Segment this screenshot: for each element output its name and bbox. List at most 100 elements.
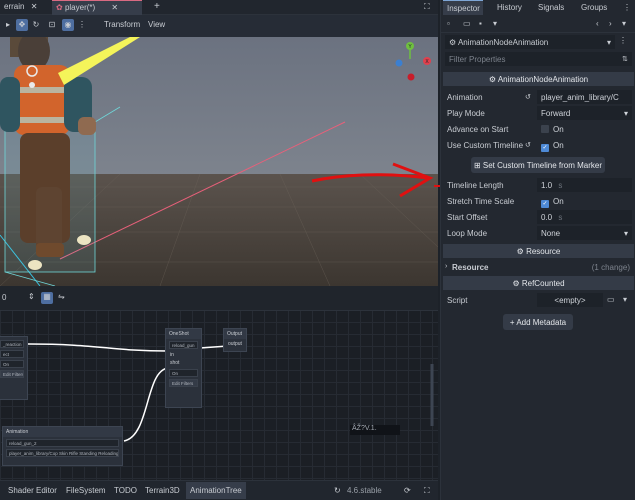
checkbox-icon: [541, 125, 549, 133]
graph-zoom-value[interactable]: 0: [2, 293, 6, 302]
oneshot-anim-field[interactable]: reload_gun: [169, 341, 198, 349]
oneshot-mode-field[interactable]: On: [169, 369, 198, 377]
scene-tab-terrain[interactable]: errain ✕: [0, 0, 41, 15]
prop-start-offset: Start Offset 0.0 s: [441, 209, 635, 225]
left-node-mode[interactable]: On: [0, 360, 24, 368]
chevron-down-icon: ▾: [623, 229, 628, 238]
inspector-panel: Inspector History Signals Groups ⋮ ▫ ▭ ▪…: [440, 0, 635, 500]
expand-icon[interactable]: ⛶: [424, 486, 430, 496]
back-icon[interactable]: ‹: [596, 19, 599, 28]
prop-advance-on-start: Advance on Start On: [441, 121, 635, 137]
output-title: Output: [224, 329, 246, 339]
tab-animationtree[interactable]: AnimationTree: [186, 482, 246, 499]
snap-icon[interactable]: ⇋: [58, 292, 65, 301]
tab-terrain3d[interactable]: Terrain3D: [141, 485, 184, 496]
play-mode-dropdown[interactable]: Forward ▾: [537, 106, 632, 120]
left-graph-node[interactable]: _reaction ect On Edit Filters: [0, 336, 28, 400]
chevron-down-icon: ▾: [623, 109, 628, 118]
animation-tree-graph[interactable]: _reaction ect On Edit Filters OneShot re…: [0, 286, 438, 480]
oneshot-edit-filters-button[interactable]: Edit Filters: [169, 379, 198, 387]
close-icon[interactable]: ✕: [111, 3, 118, 12]
load-icon[interactable]: ▭: [463, 19, 471, 28]
animation-node[interactable]: Animation reload_gun_2 player_anim_libra…: [2, 426, 123, 466]
loop-mode-dropdown[interactable]: None ▾: [537, 226, 632, 240]
add-tab-icon[interactable]: +: [150, 0, 164, 14]
plus-icon: +: [509, 318, 515, 327]
dropdown-icon[interactable]: ▾: [493, 19, 497, 28]
revert-icon[interactable]: ↺: [525, 141, 531, 149]
tab-groups[interactable]: Groups: [577, 0, 611, 15]
viewport-scene: Y X: [0, 37, 438, 286]
chevron-down-icon[interactable]: ▾: [623, 295, 627, 304]
tab-shader-editor[interactable]: Shader Editor: [4, 485, 61, 496]
move-mode-icon[interactable]: ✥: [16, 19, 28, 31]
history-icon[interactable]: ↻: [334, 486, 341, 495]
resource-group-row[interactable]: › Resource (1 change): [441, 259, 635, 275]
tab-filesystem[interactable]: FileSystem: [62, 485, 110, 496]
section-refcounted: ⚙ RefCounted: [443, 276, 634, 290]
chevron-down-icon: ▾: [606, 38, 611, 47]
grid-toggle-icon[interactable]: ▦: [41, 292, 53, 304]
new-resource-icon[interactable]: ▫: [447, 19, 450, 28]
view-gizmo[interactable]: Y X: [395, 42, 432, 81]
resource-icon: ⚙: [488, 75, 497, 84]
left-edit-filters-button[interactable]: Edit Filters: [0, 370, 24, 378]
prop-loop-mode: Loop Mode None ▾: [441, 225, 635, 241]
rotate-icon[interactable]: ↻: [30, 19, 42, 31]
revert-icon[interactable]: ↺: [525, 93, 531, 101]
output-port[interactable]: output: [224, 339, 246, 349]
resource-icon: ⚙: [449, 38, 457, 47]
add-metadata-button[interactable]: + Add Metadata: [503, 314, 573, 330]
filter-options-icon[interactable]: ⇅: [622, 55, 628, 63]
start-offset-field[interactable]: 0.0 s: [537, 210, 632, 224]
fullscreen-icon[interactable]: ⛶: [420, 0, 434, 15]
x-axis-line: [59, 121, 346, 260]
save-icon[interactable]: ▪: [479, 19, 482, 28]
more-tabs-icon[interactable]: ⋮: [623, 3, 631, 12]
section-animationnodeanimation: ⚙ AnimationNodeAnimation: [443, 72, 634, 86]
animation-dropdown[interactable]: player_anim_library/C: [537, 90, 632, 104]
more-icon[interactable]: ⋮: [76, 19, 88, 31]
scene-tab-player[interactable]: ✿ player(*) ✕: [52, 0, 142, 15]
update-icon[interactable]: ⟳: [404, 486, 411, 495]
use-custom-timeline-checkbox[interactable]: ✓ On: [537, 138, 632, 152]
lock-icon[interactable]: ⊡: [46, 19, 58, 31]
animation-name-field[interactable]: reload_gun_2: [6, 439, 119, 447]
oneshot-node[interactable]: OneShot reload_gun in shot On Edit Filte…: [165, 328, 202, 408]
oneshot-shot-port[interactable]: shot: [166, 359, 201, 367]
view-menu[interactable]: View: [148, 20, 165, 29]
left-node-field[interactable]: ect: [0, 350, 24, 358]
prop-use-custom-timeline: Use Custom Timeline ↺ ✓ On: [441, 137, 635, 153]
transform-menu[interactable]: Transform: [104, 20, 140, 29]
output-node[interactable]: Output output: [223, 328, 247, 352]
filter-properties-input[interactable]: Filter Properties: [445, 52, 632, 66]
scene-tab-bar: errain ✕ ✿ player(*) ✕ + ⛶: [0, 0, 438, 15]
tab-signals[interactable]: Signals: [534, 0, 568, 15]
left-node-label: _reaction: [0, 340, 24, 348]
inspector-toolbar: ▫ ▭ ▪ ▾ ‹ › ▾: [441, 15, 635, 33]
local-space-icon[interactable]: ◉: [62, 19, 74, 31]
node-type-selector[interactable]: ⚙ AnimationNodeAnimation ▾: [445, 35, 615, 49]
history-dropdown-icon[interactable]: ▾: [622, 19, 626, 28]
tab-history[interactable]: History: [493, 0, 526, 15]
timeline-length-field[interactable]: 1.0 s: [537, 178, 632, 192]
select-mode-icon[interactable]: ▸: [2, 19, 14, 31]
close-icon[interactable]: ✕: [31, 2, 38, 11]
prop-play-mode: Play Mode Forward ▾: [441, 105, 635, 121]
tab-inspector[interactable]: Inspector: [443, 0, 483, 15]
forward-icon[interactable]: ›: [609, 19, 612, 28]
oneshot-title: OneShot: [166, 329, 201, 339]
animation-resource-field[interactable]: player_anim_library/Cop Skin Rifle Stand…: [6, 449, 119, 457]
object-menu-icon[interactable]: ⋮: [619, 36, 627, 45]
3d-viewport[interactable]: Y X: [0, 37, 438, 286]
set-custom-timeline-button[interactable]: ⊞ Set Custom Timeline from Marker: [471, 157, 605, 173]
stretch-time-scale-checkbox[interactable]: ✓ On: [537, 194, 632, 208]
spin-arrows-icon[interactable]: ⇕: [28, 292, 35, 301]
advance-on-start-checkbox[interactable]: On: [537, 122, 632, 136]
resource-icon: ⚙: [516, 247, 524, 256]
tab-todo[interactable]: TODO: [110, 485, 141, 496]
chevron-right-icon: ›: [445, 263, 448, 270]
oneshot-in-port[interactable]: in: [166, 351, 201, 359]
folder-icon[interactable]: ▭: [607, 295, 615, 304]
script-field[interactable]: <empty>: [537, 293, 603, 307]
